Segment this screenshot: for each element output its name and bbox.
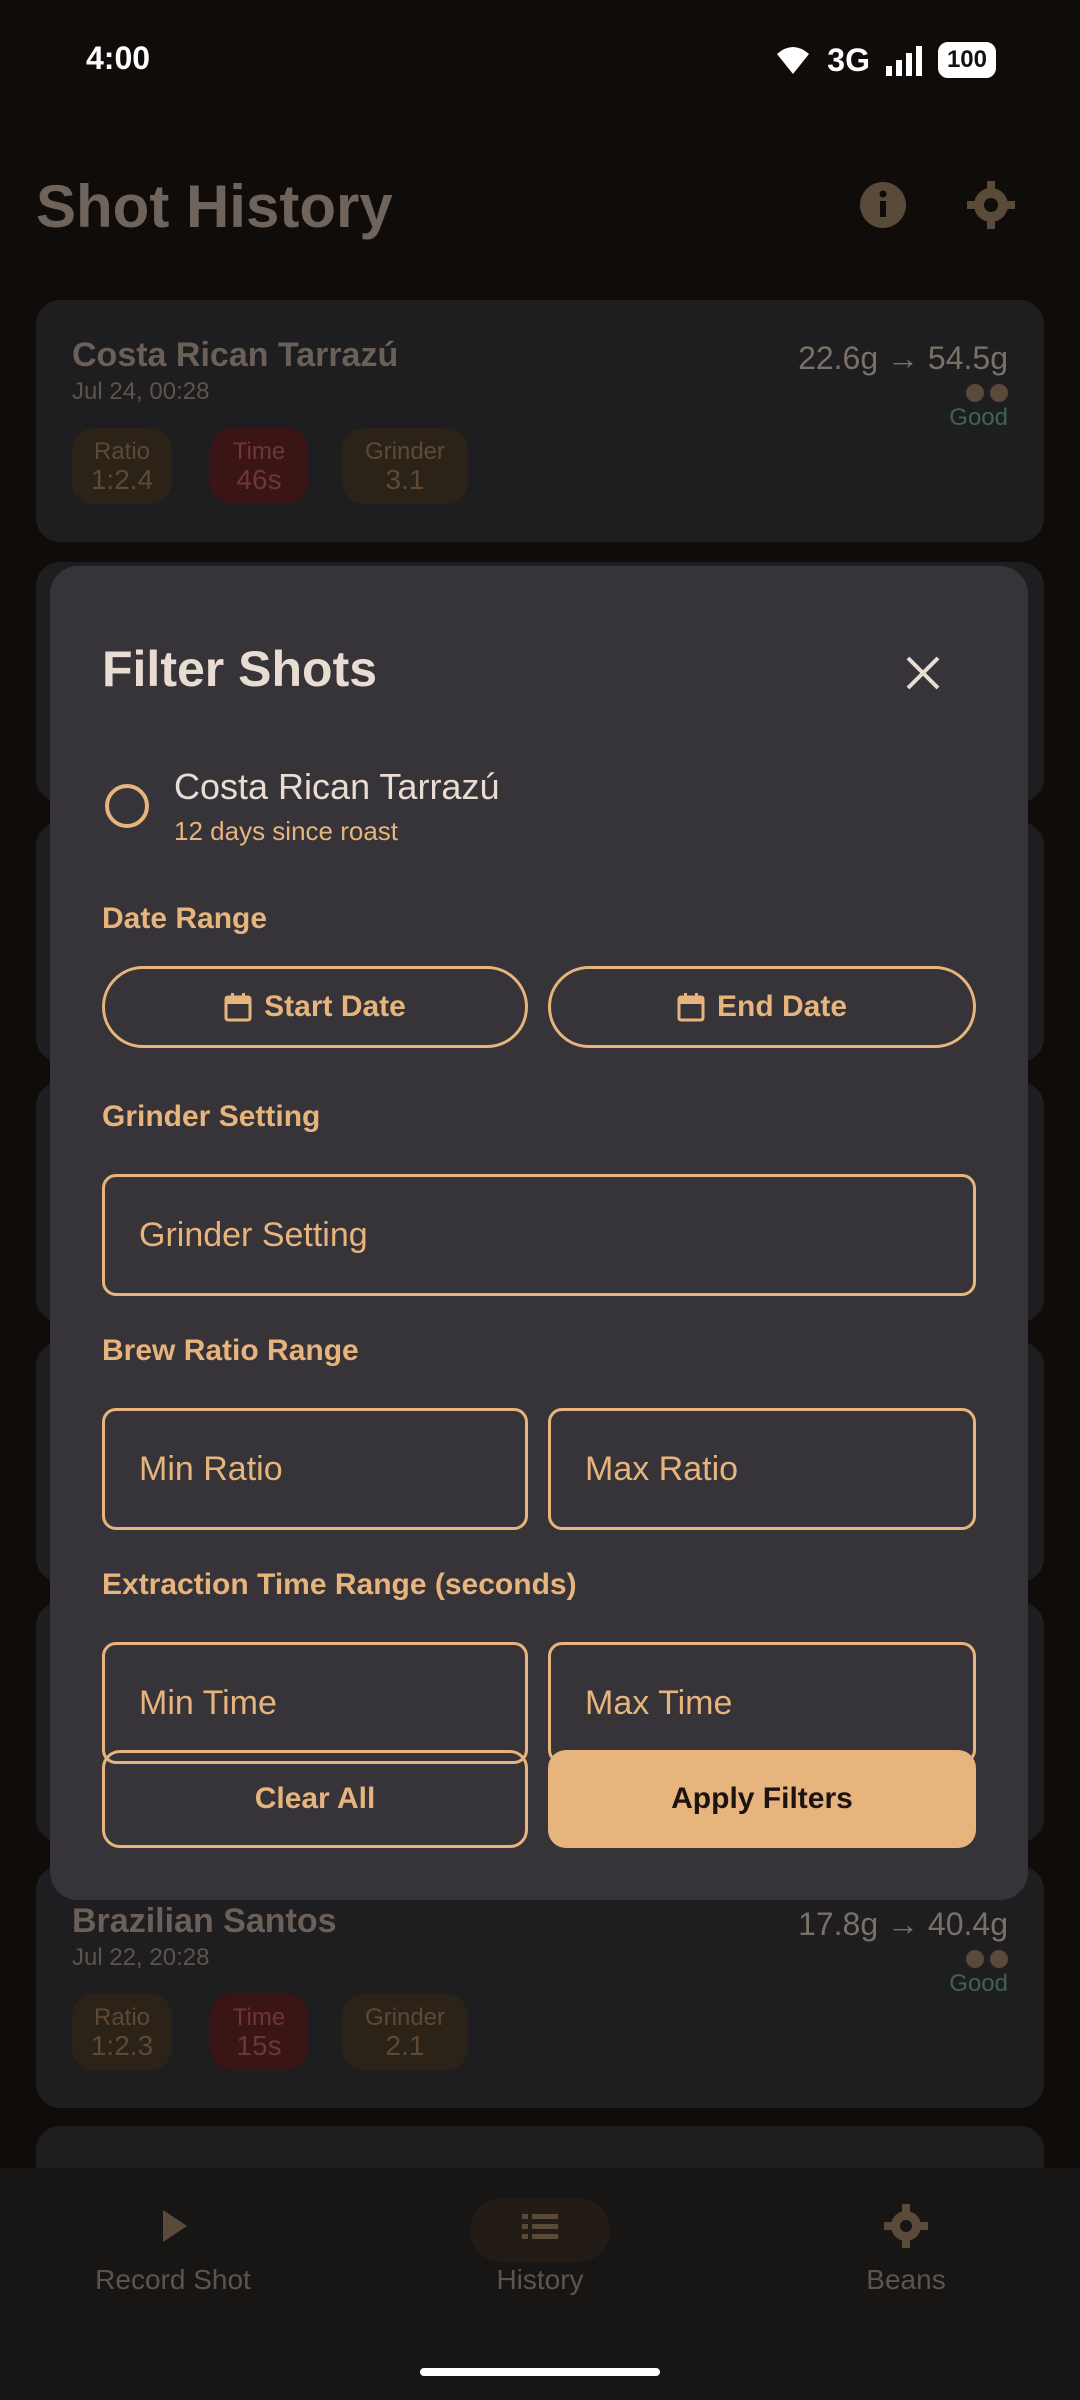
chip-label: Grinder bbox=[364, 2004, 446, 2031]
nav-label: Beans bbox=[866, 2264, 946, 2295]
min-ratio-placeholder: Min Ratio bbox=[139, 1449, 283, 1488]
ratio-chip: Ratio 1:2.4 bbox=[72, 428, 172, 504]
min-ratio-input[interactable]: Min Ratio bbox=[102, 1408, 528, 1530]
calendar-icon bbox=[677, 993, 705, 1022]
chip-value: 2.1 bbox=[385, 2030, 425, 2061]
settings-gear-icon[interactable] bbox=[966, 180, 1016, 230]
rating-dots bbox=[966, 384, 1008, 402]
extraction-time-label: Extraction Time Range (seconds) bbox=[102, 1568, 577, 1601]
gear-icon bbox=[884, 2204, 928, 2248]
max-time-placeholder: Max Time bbox=[585, 1683, 733, 1722]
bean-name: Costa Rican Tarrazú bbox=[72, 336, 399, 374]
shot-card[interactable]: Costa Rican Tarrazú Jul 24, 00:28 22.6g … bbox=[36, 300, 1044, 542]
chip-value: 46s bbox=[236, 464, 282, 495]
shot-weights: 22.6g → 54.5g bbox=[798, 340, 1008, 376]
chip-value: 1:2.4 bbox=[90, 464, 154, 495]
bean-radio[interactable] bbox=[105, 784, 149, 828]
close-icon[interactable] bbox=[900, 650, 946, 696]
chip-label: Ratio bbox=[93, 438, 151, 465]
home-indicator bbox=[420, 2368, 660, 2376]
filter-dialog: Filter Shots Costa Rican Tarrazú 12 days… bbox=[50, 566, 1028, 1900]
end-date-label: End Date bbox=[716, 990, 848, 1023]
shot-date: Jul 24, 00:28 bbox=[72, 378, 210, 405]
page-title: Shot History bbox=[36, 173, 393, 240]
chip-label: Time bbox=[232, 438, 286, 465]
min-time-input[interactable]: Min Time bbox=[102, 1642, 528, 1764]
grinder-chip: Grinder 3.1 bbox=[342, 428, 468, 504]
grinder-setting-input[interactable]: Grinder Setting bbox=[102, 1174, 976, 1296]
chip-value: 1:2.3 bbox=[90, 2030, 154, 2061]
date-range-label: Date Range bbox=[102, 902, 268, 935]
ratio-chip: Ratio 1:2.3 bbox=[72, 1994, 172, 2070]
grinder-placeholder: Grinder Setting bbox=[139, 1215, 368, 1254]
info-icon[interactable] bbox=[858, 180, 908, 230]
nav-history[interactable]: History bbox=[460, 2200, 620, 2296]
play-icon bbox=[163, 2210, 187, 2242]
rating-dots bbox=[966, 1950, 1008, 1968]
min-time-placeholder: Min Time bbox=[139, 1683, 277, 1722]
clear-all-button[interactable]: Clear All bbox=[102, 1750, 528, 1848]
start-date-button[interactable]: Start Date bbox=[102, 966, 528, 1048]
nav-label: History bbox=[496, 2264, 584, 2295]
bean-name: Brazilian Santos bbox=[72, 1902, 337, 1940]
rating-label: Good bbox=[949, 404, 1008, 431]
chip-value: 15s bbox=[236, 2030, 282, 2061]
grinder-setting-label: Grinder Setting bbox=[102, 1100, 321, 1133]
time-chip: Time 15s bbox=[210, 1994, 308, 2070]
grinder-chip: Grinder 2.1 bbox=[342, 1994, 468, 2070]
max-ratio-input[interactable]: Max Ratio bbox=[548, 1408, 976, 1530]
bean-option-subtitle: 12 days since roast bbox=[174, 816, 399, 846]
shot-weights: 17.8g → 40.4g bbox=[798, 1906, 1008, 1942]
chip-label: Ratio bbox=[93, 2004, 151, 2031]
end-date-button[interactable]: End Date bbox=[548, 966, 976, 1048]
rating-label: Good bbox=[949, 1970, 1008, 1997]
list-icon bbox=[522, 2214, 558, 2239]
start-date-label: Start Date bbox=[264, 990, 406, 1023]
nav-label: Record Shot bbox=[95, 2264, 251, 2295]
dialog-title: Filter Shots bbox=[102, 641, 378, 697]
brew-ratio-label: Brew Ratio Range bbox=[102, 1334, 359, 1367]
time-chip: Time 46s bbox=[210, 428, 308, 504]
max-ratio-placeholder: Max Ratio bbox=[585, 1449, 739, 1488]
bean-option-name[interactable]: Costa Rican Tarrazú bbox=[174, 766, 499, 808]
shot-date: Jul 22, 20:28 bbox=[72, 1944, 210, 1971]
chip-value: 3.1 bbox=[385, 464, 425, 495]
max-time-input[interactable]: Max Time bbox=[548, 1642, 976, 1764]
chip-label: Time bbox=[232, 2004, 286, 2031]
chip-label: Grinder bbox=[364, 438, 446, 465]
nav-record-shot[interactable]: Record Shot bbox=[80, 2200, 266, 2296]
apply-filters-button[interactable]: Apply Filters bbox=[548, 1750, 976, 1848]
nav-beans[interactable]: Beans bbox=[836, 2200, 976, 2296]
calendar-icon bbox=[224, 993, 252, 1022]
shot-card[interactable]: Brazilian Santos Jul 22, 20:28 17.8g → 4… bbox=[36, 1866, 1044, 2108]
